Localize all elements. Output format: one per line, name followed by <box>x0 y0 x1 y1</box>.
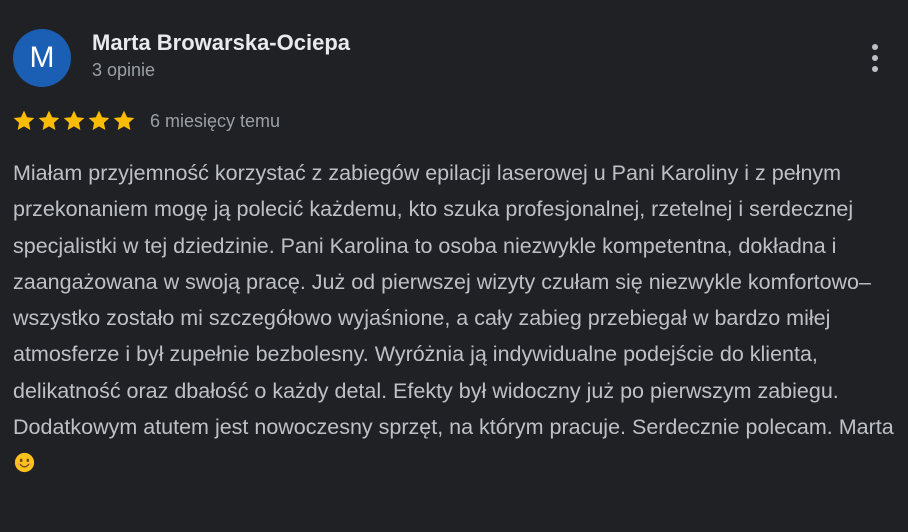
review-text: Miałam przyjemność korzystać z zabiegów … <box>13 155 898 482</box>
more-vert-icon <box>872 44 878 50</box>
avatar-initial: M <box>29 41 55 74</box>
more-vert-icon-dot <box>872 55 878 61</box>
star-icon <box>38 110 60 130</box>
author-name[interactable]: Marta Browarska-Ociepa <box>92 30 350 56</box>
rating-row: 6 miesięcy temu <box>12 107 280 135</box>
star-icon <box>63 110 85 130</box>
star-icon <box>88 110 110 130</box>
avatar[interactable]: M <box>13 29 71 87</box>
star-icon <box>13 110 35 130</box>
review-time: 6 miesięcy temu <box>150 110 281 131</box>
more-vert-icon-dot <box>872 66 878 72</box>
more-options-button[interactable] <box>860 38 890 78</box>
review-card: M Marta Browarska-Ociepa 3 opinie 6 mies… <box>0 0 908 532</box>
smiling-face-emoji <box>14 453 35 473</box>
author-review-count[interactable]: 3 opinie <box>92 60 155 81</box>
star-rating <box>12 109 136 133</box>
review-text-body: Miałam przyjemność korzystać z zabiegów … <box>13 161 894 440</box>
star-icon <box>113 110 135 130</box>
